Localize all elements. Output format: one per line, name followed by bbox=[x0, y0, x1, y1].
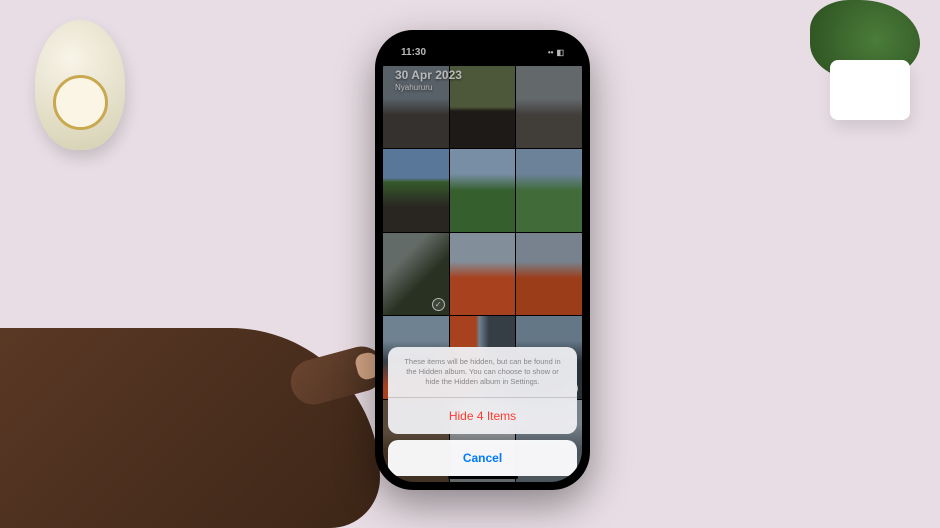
action-sheet-message: These items will be hidden, but can be f… bbox=[388, 347, 577, 398]
iphone-device: 11:30 •• ◧ ✓ ✓ ✓ ✓ bbox=[375, 30, 590, 490]
desk-clock bbox=[35, 20, 125, 150]
cancel-button[interactable]: Cancel bbox=[388, 440, 577, 476]
hide-items-button[interactable]: Hide 4 Items bbox=[388, 398, 577, 434]
action-sheet-group: These items will be hidden, but can be f… bbox=[388, 347, 577, 434]
phone-screen: 11:30 •• ◧ ✓ ✓ ✓ ✓ bbox=[383, 38, 582, 482]
desk-plant bbox=[800, 0, 920, 120]
dynamic-island bbox=[454, 44, 512, 60]
clock-face bbox=[53, 75, 108, 130]
plant-pot bbox=[830, 60, 910, 120]
home-indicator[interactable] bbox=[448, 476, 518, 479]
action-sheet: These items will be hidden, but can be f… bbox=[388, 347, 577, 476]
